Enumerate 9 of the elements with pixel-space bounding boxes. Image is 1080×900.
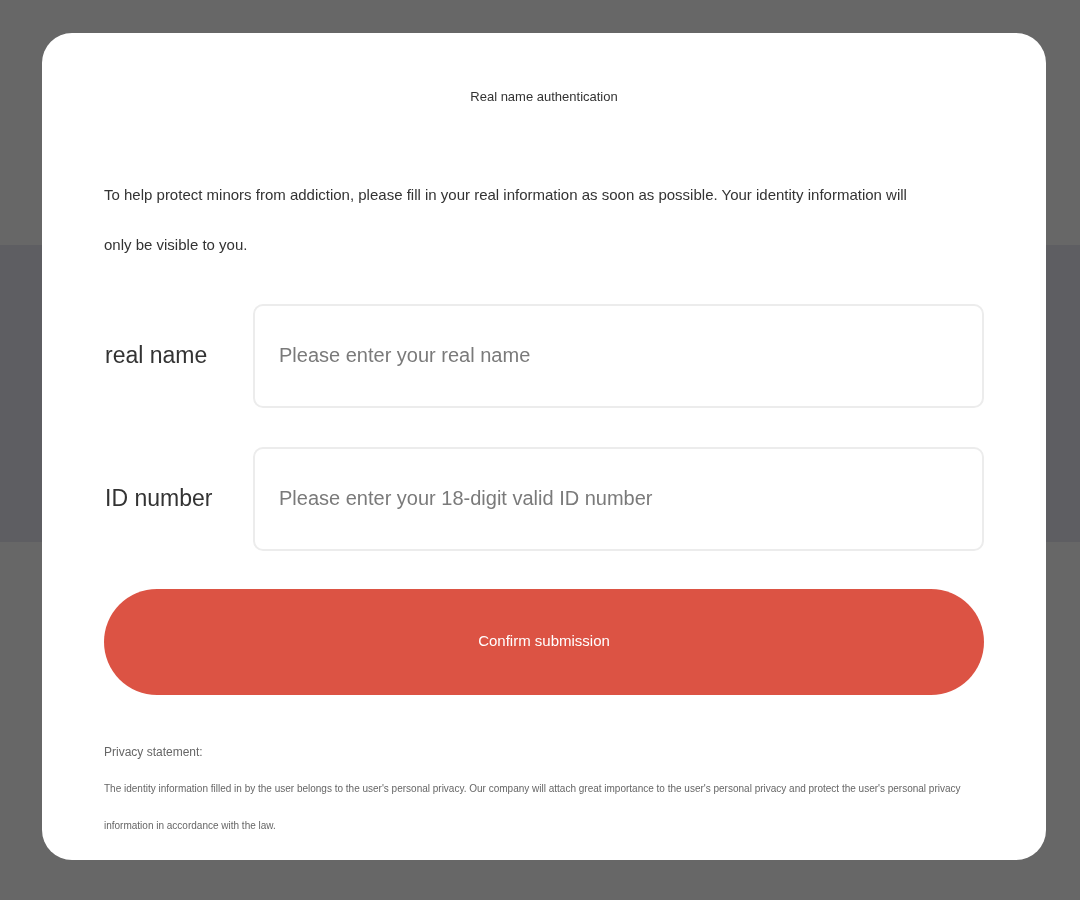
field-label: real name — [104, 341, 209, 371]
text-input[interactable]: Please enter your 18-digit valid ID number — [253, 446, 984, 551]
text-input[interactable]: Please enter your real name — [253, 303, 984, 408]
dialog-title: Real name authentication — [469, 88, 619, 106]
submit-button[interactable]: Confirm submission — [104, 588, 984, 695]
privacy-heading: Privacy statement: — [104, 743, 204, 761]
privacy-text: The identity information filled in by the user belongs to the user's personal privacy. Our company will attach great importance to the user's personal privacy and protect the user's personal privacy information in accordance with the law. — [104, 781, 962, 833]
intro-text: To help protect minors from addiction, please fill in your real information as soon as possible. Your identity information will only be visible to you. — [104, 184, 908, 255]
field-label: ID number — [104, 484, 214, 514]
